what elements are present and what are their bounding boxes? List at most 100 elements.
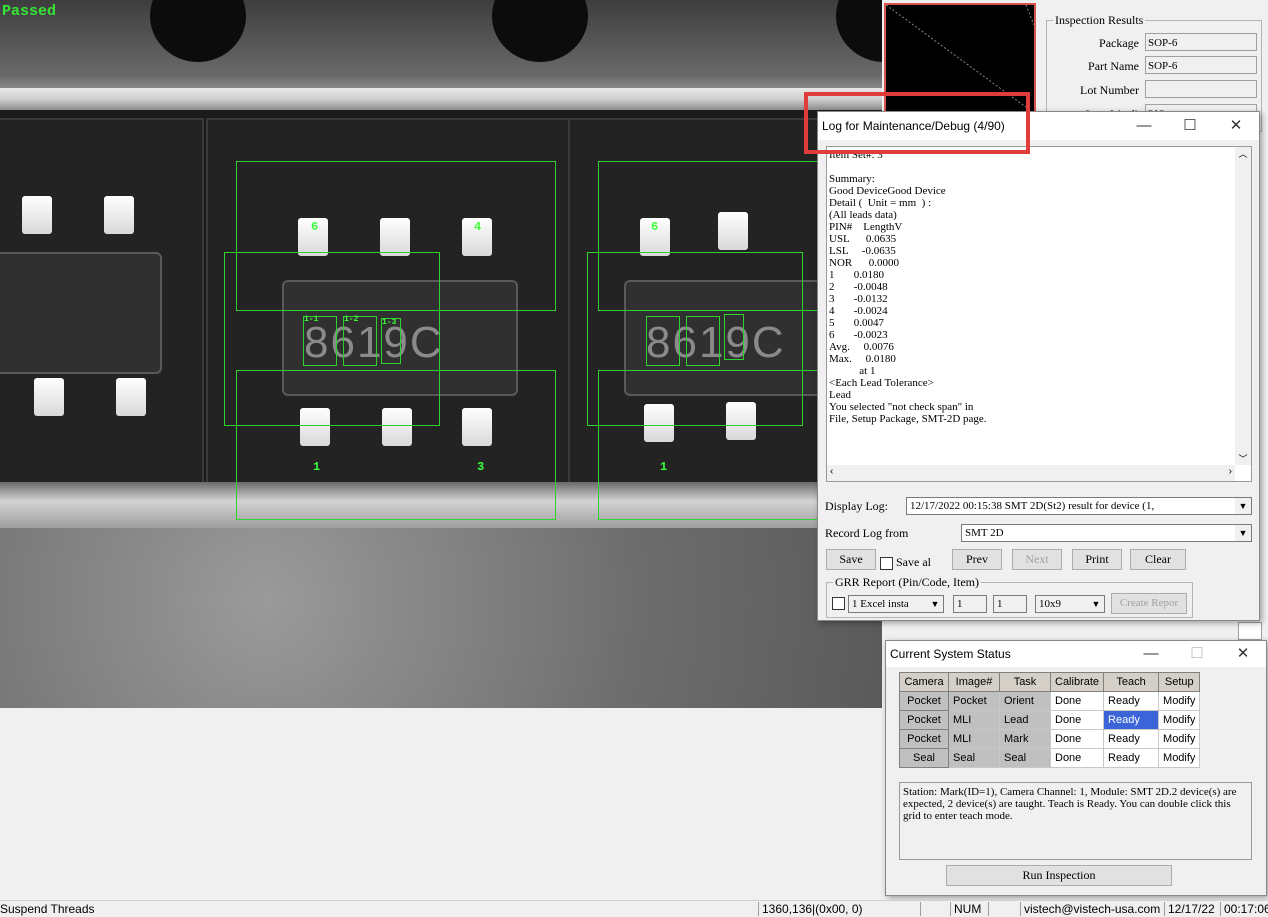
grr-report-group: GRR Report (Pin/Code, Item) 1 Excel inst… — [826, 575, 1193, 618]
row-teach[interactable]: Ready — [1103, 691, 1160, 711]
log-vertical-scrollbar[interactable]: ︿ ﹀ — [1235, 147, 1251, 465]
clear-button[interactable]: Clear — [1130, 549, 1186, 570]
grr-field-2[interactable]: 1 — [993, 595, 1027, 613]
row-camera[interactable]: Pocket — [899, 691, 949, 711]
column-header: Task — [999, 672, 1051, 692]
table-row[interactable]: Pocket MLI Mark Done Ready Modify — [899, 729, 1201, 749]
table-row[interactable]: Pocket Pocket Orient Done Ready Modify — [899, 691, 1201, 711]
highlight-box — [804, 92, 1030, 154]
display-log-select[interactable]: 12/17/2022 00:15:38 SMT 2D(St2) result f… — [906, 497, 1252, 515]
status-message: Station: Mark(ID=1), Camera Channel: 1, … — [903, 786, 1240, 822]
row-setup[interactable]: Modify — [1158, 691, 1201, 711]
row-teach[interactable]: Ready — [1103, 710, 1160, 730]
record-log-select[interactable]: SMT 2D ▼ — [961, 524, 1252, 542]
table-row[interactable]: Seal Seal Seal Done Ready Modify — [899, 748, 1201, 768]
row-calibrate[interactable]: Done — [1049, 729, 1105, 749]
column-header: Image# — [948, 672, 1000, 692]
scroll-up-icon[interactable]: ︿ — [1235, 147, 1251, 160]
prev-button[interactable]: Prev — [952, 549, 1002, 570]
row-image[interactable]: Pocket — [948, 691, 1000, 711]
package-field: SOP-6 — [1145, 33, 1257, 51]
save-button[interactable]: Save — [826, 549, 876, 570]
lead — [104, 196, 134, 234]
close-button[interactable]: ✕ — [1220, 641, 1266, 667]
row-task[interactable]: Seal — [999, 748, 1051, 768]
row-setup[interactable]: Modify — [1158, 710, 1201, 730]
maximize-button[interactable]: ☐ — [1167, 112, 1213, 140]
run-inspection-button[interactable]: Run Inspection — [946, 865, 1172, 886]
close-button[interactable]: ✕ — [1213, 112, 1259, 140]
maximize-button[interactable]: ☐ — [1174, 641, 1220, 667]
row-setup[interactable]: Modify — [1158, 748, 1201, 768]
row-camera[interactable]: Pocket — [899, 710, 949, 730]
tape-rail — [0, 88, 882, 110]
row-task[interactable]: Mark — [999, 729, 1051, 749]
panel-edge — [1238, 622, 1262, 640]
scroll-right-icon[interactable]: › — [1229, 466, 1232, 477]
tape-floor — [0, 528, 882, 708]
save-all-label: Save al — [896, 555, 931, 569]
status-time: 00:17:06 — [1220, 902, 1268, 916]
excel-instance-select[interactable]: 1 Excel insta ▼ — [848, 595, 944, 613]
log-text-area[interactable]: Item Set#: 3 Summary: Good DeviceGood De… — [826, 146, 1252, 482]
log-horizontal-scrollbar[interactable]: ‹ › — [827, 465, 1235, 481]
log-dialog[interactable]: Log for Maintenance/Debug (4/90) — ☐ ✕ I… — [817, 111, 1260, 621]
char-box — [686, 316, 720, 366]
char-box-label: 1-3 — [382, 318, 397, 327]
row-image[interactable]: MLI — [948, 729, 1000, 749]
field-label: Package — [1099, 36, 1139, 50]
row-image[interactable]: Seal — [948, 748, 1000, 768]
grr-size-value: 10x9 — [1039, 598, 1061, 610]
status-message-area[interactable]: Station: Mark(ID=1), Camera Channel: 1, … — [899, 782, 1252, 860]
row-teach[interactable]: Ready — [1103, 729, 1160, 749]
record-log-label: Record Log from — [825, 526, 909, 540]
inspection-status-text: Passed — [2, 3, 57, 20]
print-button[interactable]: Print — [1072, 549, 1122, 570]
row-calibrate[interactable]: Done — [1049, 710, 1105, 730]
chevron-down-icon[interactable]: ▼ — [1235, 498, 1251, 514]
row-teach[interactable]: Ready — [1103, 748, 1160, 768]
status-dialog-titlebar[interactable]: Current System Status — ☐ ✕ — [886, 641, 1266, 667]
row-camera[interactable]: Pocket — [899, 729, 949, 749]
scroll-down-icon[interactable]: ﹀ — [1235, 452, 1251, 465]
row-camera[interactable]: Seal — [899, 748, 949, 768]
status-grid[interactable]: Camera Image# Task Calibrate Teach Setup… — [899, 672, 1201, 768]
char-box — [724, 314, 744, 360]
row-image[interactable]: MLI — [948, 710, 1000, 730]
row-calibrate[interactable]: Done — [1049, 748, 1105, 768]
chevron-down-icon[interactable]: ▼ — [1088, 596, 1104, 612]
display-log-value: 12/17/2022 00:15:38 SMT 2D(St2) result f… — [910, 500, 1155, 512]
row-calibrate[interactable]: Done — [1049, 691, 1105, 711]
lead — [34, 378, 64, 416]
system-status-dialog[interactable]: Current System Status — ☐ ✕ Camera Image… — [885, 640, 1267, 896]
status-coords: 1360,136|(0x00, 0) — [758, 902, 920, 916]
carrier-tape-top — [0, 0, 882, 95]
grr-field-1[interactable]: 1 — [953, 595, 987, 613]
chevron-down-icon[interactable]: ▼ — [927, 596, 943, 612]
chevron-down-icon[interactable]: ▼ — [1235, 525, 1251, 541]
scroll-left-icon[interactable]: ‹ — [830, 466, 833, 477]
next-button[interactable]: Next — [1012, 549, 1062, 570]
create-report-button[interactable]: Create Repor — [1111, 593, 1187, 614]
lot-number-field — [1145, 80, 1257, 98]
part-name-field: SOP-6 — [1145, 56, 1257, 74]
row-task[interactable]: Orient — [999, 691, 1051, 711]
group-title: Inspection Results — [1053, 13, 1146, 28]
grr-size-select[interactable]: 10x9 ▼ — [1035, 595, 1105, 613]
lead-label: 1 — [660, 460, 668, 474]
status-empty-pane — [920, 902, 950, 916]
table-row[interactable]: Pocket MLI Lead Done Ready Modify — [899, 710, 1201, 730]
row-setup[interactable]: Modify — [1158, 729, 1201, 749]
camera-view[interactable]: 8619C 8619C 1-1 1-2 1-3 6 4 1 3 6 1 Pass… — [0, 0, 882, 708]
save-all-checkbox[interactable] — [880, 557, 893, 570]
chip — [0, 252, 162, 374]
row-task[interactable]: Lead — [999, 710, 1051, 730]
log-content: Item Set#: 3 Summary: Good DeviceGood De… — [829, 149, 987, 425]
minimize-button[interactable]: — — [1128, 641, 1174, 667]
group-title: GRR Report (Pin/Code, Item) — [833, 575, 981, 590]
grr-checkbox[interactable] — [832, 597, 845, 610]
char-box-label: 1-1 — [304, 315, 319, 324]
minimize-button[interactable]: — — [1121, 112, 1167, 140]
column-header: Camera — [899, 672, 949, 692]
field-label: Part Name — [1088, 59, 1139, 73]
